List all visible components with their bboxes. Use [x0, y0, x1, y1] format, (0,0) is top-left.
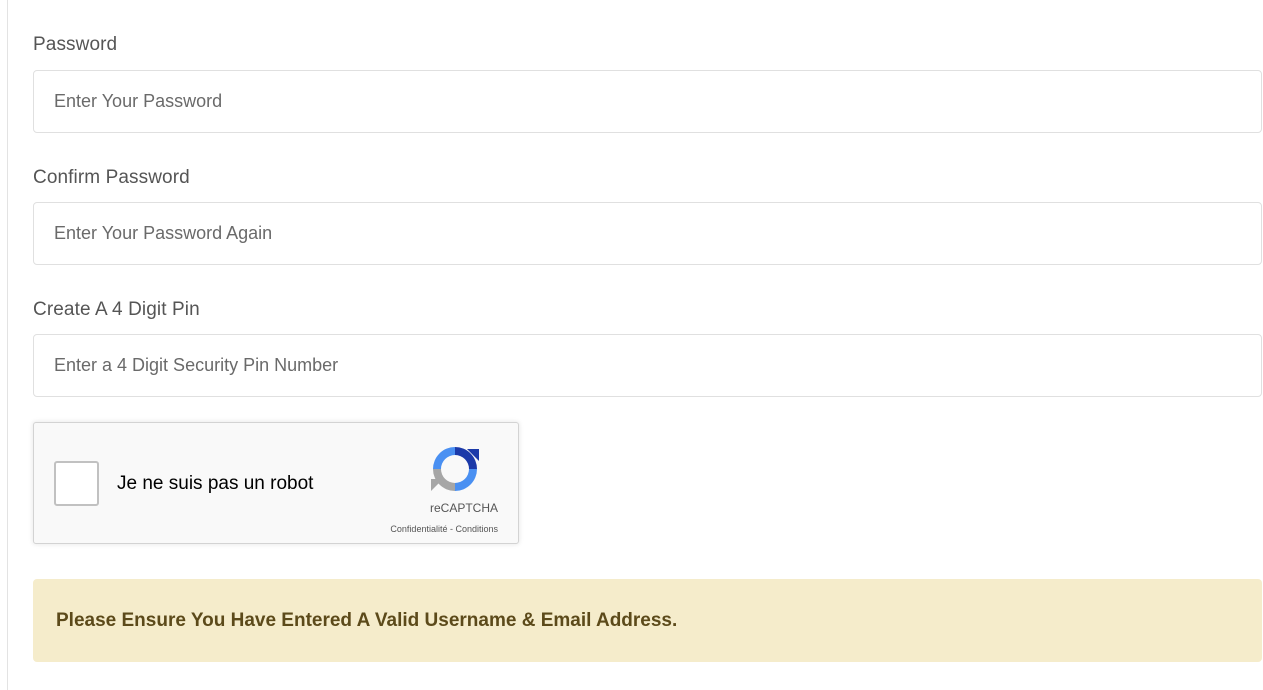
registration-page: Password Confirm Password Create A 4 Dig…: [0, 0, 1263, 690]
password-input[interactable]: [33, 70, 1262, 133]
recaptcha-checkbox[interactable]: [54, 461, 99, 506]
recaptcha-logo-icon: [431, 447, 479, 491]
password-label: Password: [33, 34, 118, 55]
confirm-password-input[interactable]: [33, 202, 1262, 265]
left-divider: [7, 0, 8, 690]
recaptcha-terms-link[interactable]: Conditions: [455, 524, 498, 534]
validation-alert-message: Please Ensure You Have Entered A Valid U…: [56, 610, 678, 631]
confirm-password-label: Confirm Password: [33, 167, 190, 188]
recaptcha-label: Je ne suis pas un robot: [117, 473, 314, 494]
recaptcha-links: Confidentialité - Conditions: [334, 524, 498, 534]
pin-label: Create A 4 Digit Pin: [33, 299, 200, 320]
recaptcha-widget: Je ne suis pas un robot reCAPTCHA Confid…: [33, 422, 519, 544]
pin-input[interactable]: [33, 334, 1262, 397]
recaptcha-privacy-link[interactable]: Confidentialité: [390, 524, 447, 534]
recaptcha-brand-text: reCAPTCHA: [429, 501, 498, 515]
validation-alert: Please Ensure You Have Entered A Valid U…: [33, 579, 1262, 662]
